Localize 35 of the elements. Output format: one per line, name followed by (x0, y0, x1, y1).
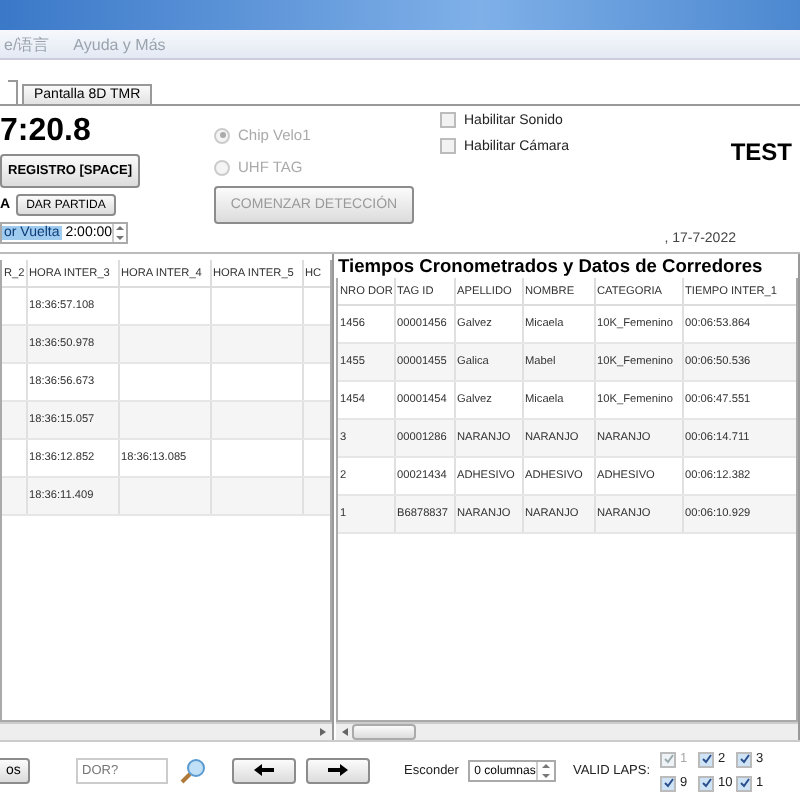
event-name: TEST (730, 138, 792, 167)
radio-button[interactable] (214, 127, 230, 143)
checkbox[interactable] (440, 112, 456, 128)
timer-display: 7:20.8 (0, 114, 93, 148)
horizontal-scrollbar[interactable] (336, 722, 798, 740)
table-cell (210, 287, 302, 325)
previous-button[interactable] (232, 758, 296, 784)
left-arrow-icon (254, 763, 274, 775)
table-cell (2, 439, 26, 477)
table-cell (210, 363, 302, 401)
table-cell (118, 325, 210, 363)
table-cell (210, 401, 302, 439)
checkbox[interactable] (698, 775, 715, 791)
checkbox[interactable] (440, 138, 456, 154)
checkbox[interactable] (736, 751, 753, 767)
checkbox[interactable] (660, 775, 677, 791)
table-cell (210, 477, 302, 515)
right-arrow-icon (328, 763, 348, 775)
table-cell (2, 401, 26, 439)
table-cell (210, 439, 302, 477)
search-icon[interactable] (178, 757, 206, 785)
table-cell (118, 287, 210, 325)
radio-button[interactable] (214, 159, 230, 175)
table-cell (210, 325, 302, 363)
tab[interactable] (8, 80, 18, 104)
section-title: Tiempos Cronometrados y Datos de Corredores (336, 254, 765, 278)
table-cell (2, 325, 26, 363)
table-cell (118, 363, 210, 401)
table-cell (118, 477, 210, 515)
checkbox[interactable] (736, 775, 753, 791)
next-button[interactable] (306, 758, 370, 784)
checkbox[interactable] (698, 751, 715, 767)
table-cell (118, 401, 210, 439)
table-cell (2, 363, 26, 401)
horizontal-scrollbar[interactable] (0, 722, 332, 740)
